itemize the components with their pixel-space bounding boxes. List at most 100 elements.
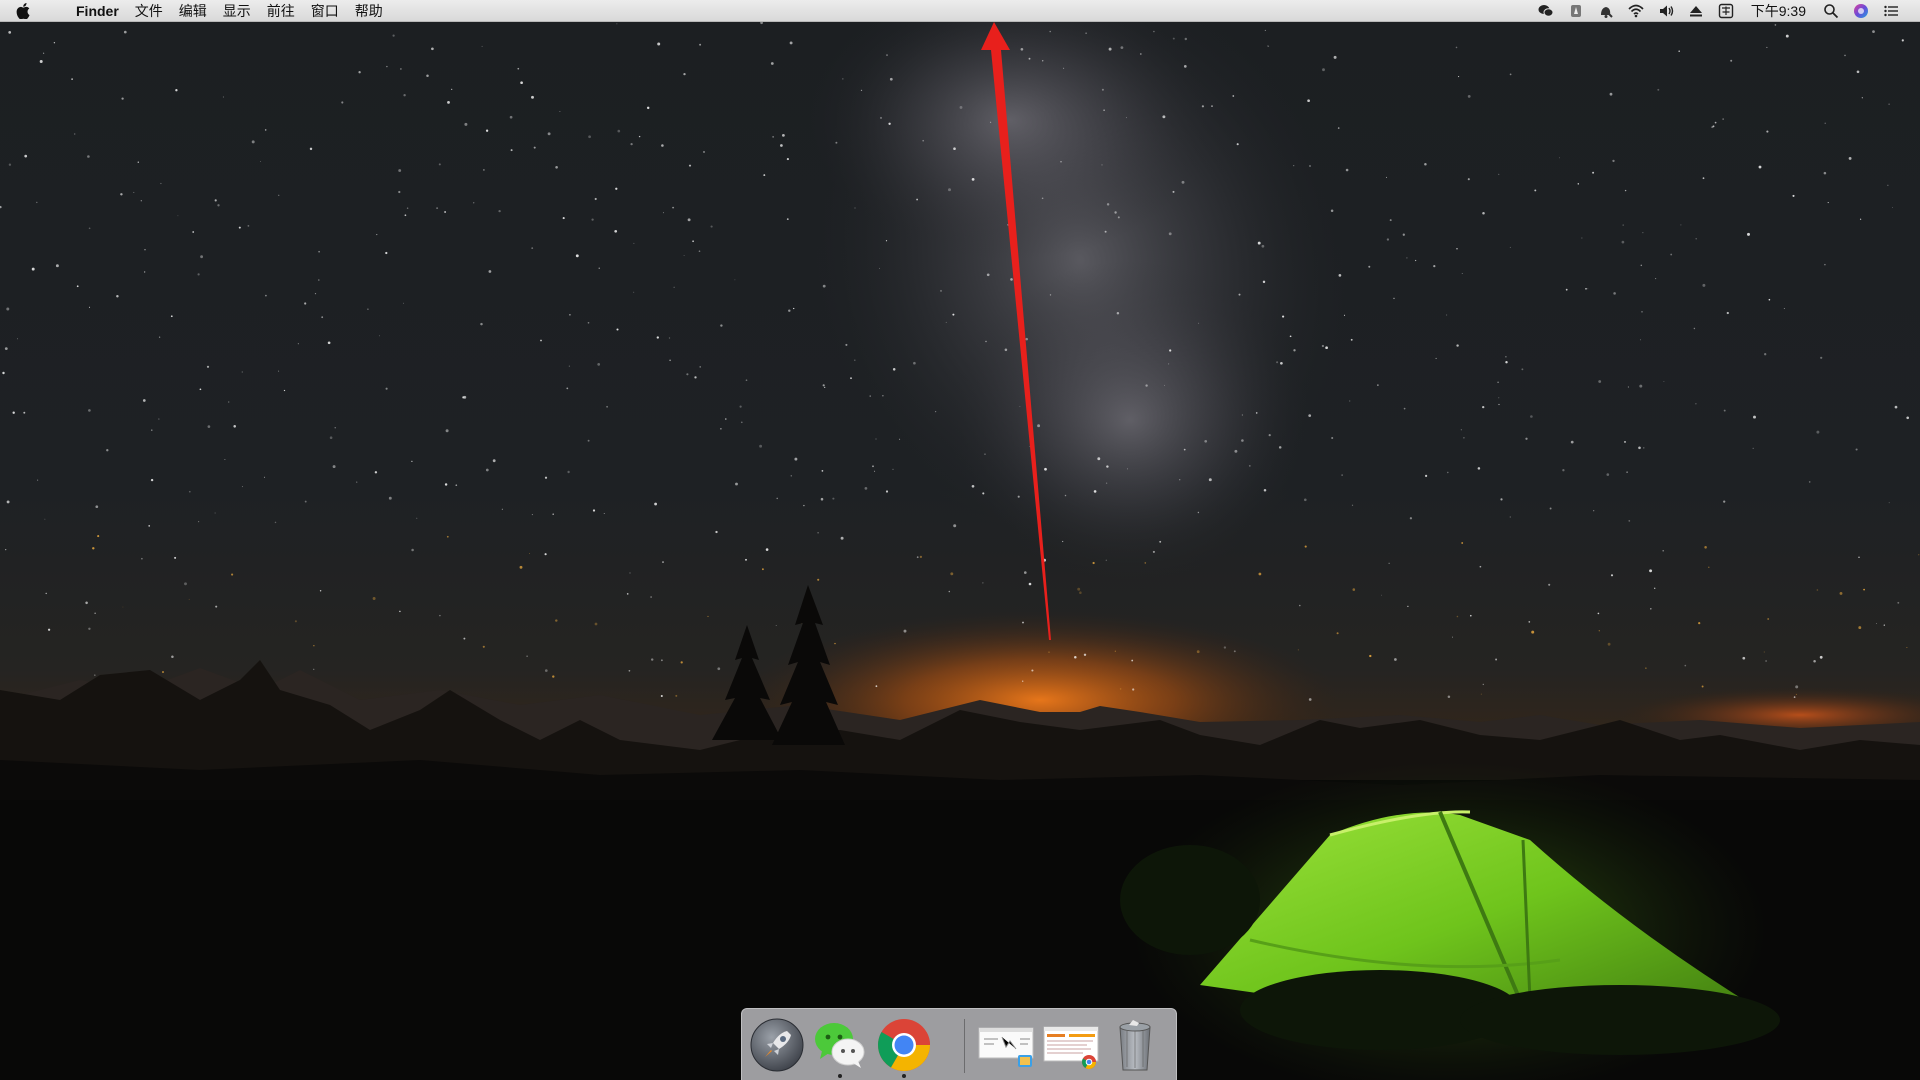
wallpaper-star — [481, 45, 483, 47]
apple-menu-icon[interactable] — [16, 2, 30, 19]
wallpaper-star — [1211, 105, 1213, 107]
volume-icon[interactable] — [1655, 0, 1677, 22]
wallpaper-star — [1531, 630, 1535, 634]
wallpaper-star — [1712, 125, 1715, 128]
menu-help[interactable]: 帮助 — [347, 0, 391, 22]
siri-icon[interactable] — [1850, 0, 1872, 22]
wallpaper-star — [899, 438, 901, 440]
wallpaper-star — [44, 518, 46, 520]
wallpaper-star — [1262, 280, 1266, 284]
wallpaper-star — [1263, 489, 1267, 492]
wallpaper-star — [1722, 118, 1724, 120]
wallpaper-star — [1386, 238, 1390, 241]
wallpaper-star — [1330, 209, 1334, 213]
wallpaper-star — [1768, 298, 1771, 301]
wallpaper-star — [332, 465, 336, 469]
wallpaper-star — [592, 509, 596, 512]
wallpaper-star — [1662, 549, 1664, 552]
wallpaper-star — [341, 101, 344, 104]
wallpaper-star — [23, 411, 26, 414]
menu-window[interactable]: 窗口 — [303, 0, 347, 22]
wallpaper-star — [1208, 478, 1212, 482]
dock-chrome[interactable] — [876, 1017, 932, 1078]
wallpaper-star — [1764, 353, 1767, 356]
wallpaper-star — [669, 359, 671, 362]
wallpaper-star — [327, 341, 331, 345]
wallpaper-star — [654, 502, 658, 506]
wallpaper-star — [1343, 314, 1346, 316]
wallpaper-star — [1103, 109, 1105, 112]
wallpaper-star — [903, 629, 907, 633]
launchpad-icon — [750, 1018, 804, 1072]
wallpaper-star — [215, 605, 218, 608]
dock-launchpad[interactable] — [749, 1017, 805, 1073]
wallpaper-star — [8, 31, 12, 34]
menu-bar-clock[interactable]: 下午9:39 — [1741, 0, 1816, 22]
wallpaper-star — [224, 459, 226, 460]
wallpaper-star — [1117, 216, 1120, 219]
wallpaper-star — [793, 307, 795, 310]
wechat-icon[interactable] — [1535, 0, 1557, 22]
wallpaper-star — [31, 267, 35, 271]
wallpaper-star — [1017, 495, 1020, 498]
spotlight-icon[interactable] — [1820, 0, 1842, 22]
wallpaper-star — [1695, 238, 1697, 240]
wallpaper-star — [385, 251, 388, 255]
wallpaper-star — [1308, 698, 1312, 701]
menu-go[interactable]: 前往 — [259, 0, 303, 22]
notification-center-icon[interactable] — [1880, 0, 1902, 22]
wallpaper-star — [1906, 647, 1908, 649]
wallpaper-star — [1456, 615, 1459, 618]
wallpaper-star — [533, 146, 536, 149]
dock-trash[interactable] — [1107, 1017, 1163, 1073]
wallpaper-star — [334, 427, 336, 429]
running-indicator — [902, 1074, 906, 1078]
dock-chrome-window[interactable] — [1043, 1017, 1099, 1073]
menu-file[interactable]: 文件 — [127, 0, 171, 22]
wallpaper-star — [399, 610, 401, 613]
wallpaper-star — [606, 405, 609, 408]
wallpaper-star — [1232, 95, 1235, 97]
app-menu-finder[interactable]: Finder — [76, 0, 127, 22]
menu-edit[interactable]: 编辑 — [171, 0, 215, 22]
wallpaper-star — [123, 30, 127, 34]
wallpaper-star — [174, 556, 177, 559]
wallpaper-star — [874, 470, 876, 472]
wallpaper-star — [217, 204, 220, 207]
wallpaper-star — [1322, 68, 1325, 72]
chrome-icon — [878, 1019, 930, 1071]
eject-icon[interactable] — [1685, 0, 1707, 22]
wallpaper-star — [1723, 500, 1726, 503]
menu-view[interactable]: 显示 — [215, 0, 259, 22]
wallpaper-star — [318, 250, 320, 253]
input-method-icon[interactable] — [1715, 0, 1737, 22]
wallpaper-star — [121, 97, 124, 100]
wallpaper-star — [971, 178, 975, 181]
dock-wechat[interactable] — [812, 1017, 868, 1078]
wallpaper-star — [940, 289, 942, 292]
wifi-icon[interactable] — [1625, 0, 1647, 22]
wallpaper-star — [971, 484, 975, 488]
wallpaper-star — [314, 293, 317, 295]
wallpaper-star — [633, 291, 635, 293]
wallpaper-star — [1126, 468, 1129, 470]
wallpaper-star — [1394, 658, 1397, 661]
wallpaper-star — [646, 106, 650, 110]
wallpaper-star — [1859, 218, 1862, 220]
wallpaper-star — [87, 155, 90, 158]
wallpaper-star — [133, 191, 135, 193]
wallpaper-star — [436, 207, 439, 210]
wallpaper-star — [1498, 397, 1500, 399]
wallpaper-star — [71, 78, 73, 80]
wallpaper-star — [1698, 622, 1701, 625]
wallpaper-star — [1613, 292, 1616, 295]
wallpaper-star — [1308, 414, 1312, 417]
wallpaper-star — [451, 88, 453, 91]
app-status-icon[interactable] — [1565, 0, 1587, 22]
wallpaper-star — [1022, 680, 1024, 682]
notification-icon[interactable] — [1595, 0, 1617, 22]
dock-finder-window[interactable] — [978, 1017, 1034, 1073]
wallpaper-star — [43, 52, 45, 54]
wallpaper-star — [251, 140, 255, 144]
wallpaper-star — [984, 453, 986, 455]
